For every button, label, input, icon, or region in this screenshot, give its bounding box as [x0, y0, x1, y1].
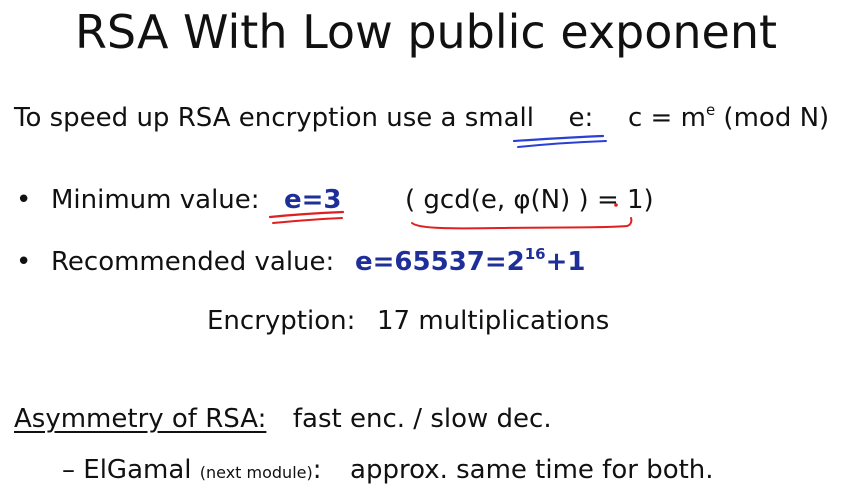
red-dot-mark — [614, 203, 618, 207]
blue-underline-1 — [512, 134, 605, 143]
blue-underline-2 — [517, 140, 607, 148]
red-underline-2 — [272, 217, 343, 224]
red-underline-1 — [268, 210, 345, 219]
pen-annotations — [268, 134, 633, 230]
red-underline-gcd — [411, 217, 633, 230]
